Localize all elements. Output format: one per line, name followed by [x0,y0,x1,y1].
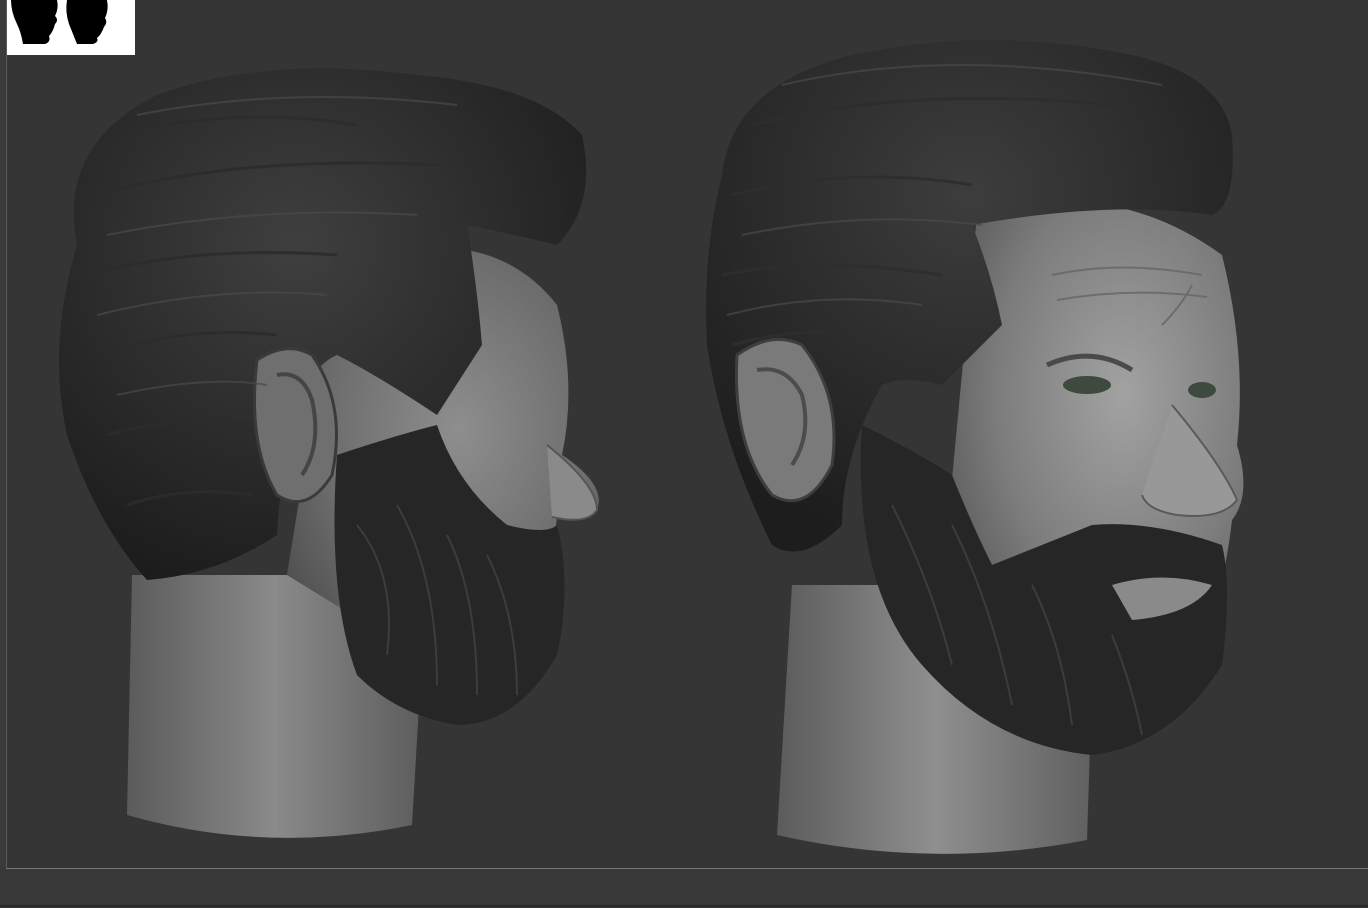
sculpt-app-window [0,0,1368,908]
silhouette-icon [7,0,135,55]
head-sculpt-three-quarter-view[interactable] [692,25,1262,865]
bottom-tray [0,870,1368,908]
3d-viewport[interactable] [6,0,1368,869]
silhouette-thumbnail[interactable] [7,0,135,55]
head-sculpt-side-view[interactable] [37,55,607,855]
bottom-divider [0,905,1368,907]
